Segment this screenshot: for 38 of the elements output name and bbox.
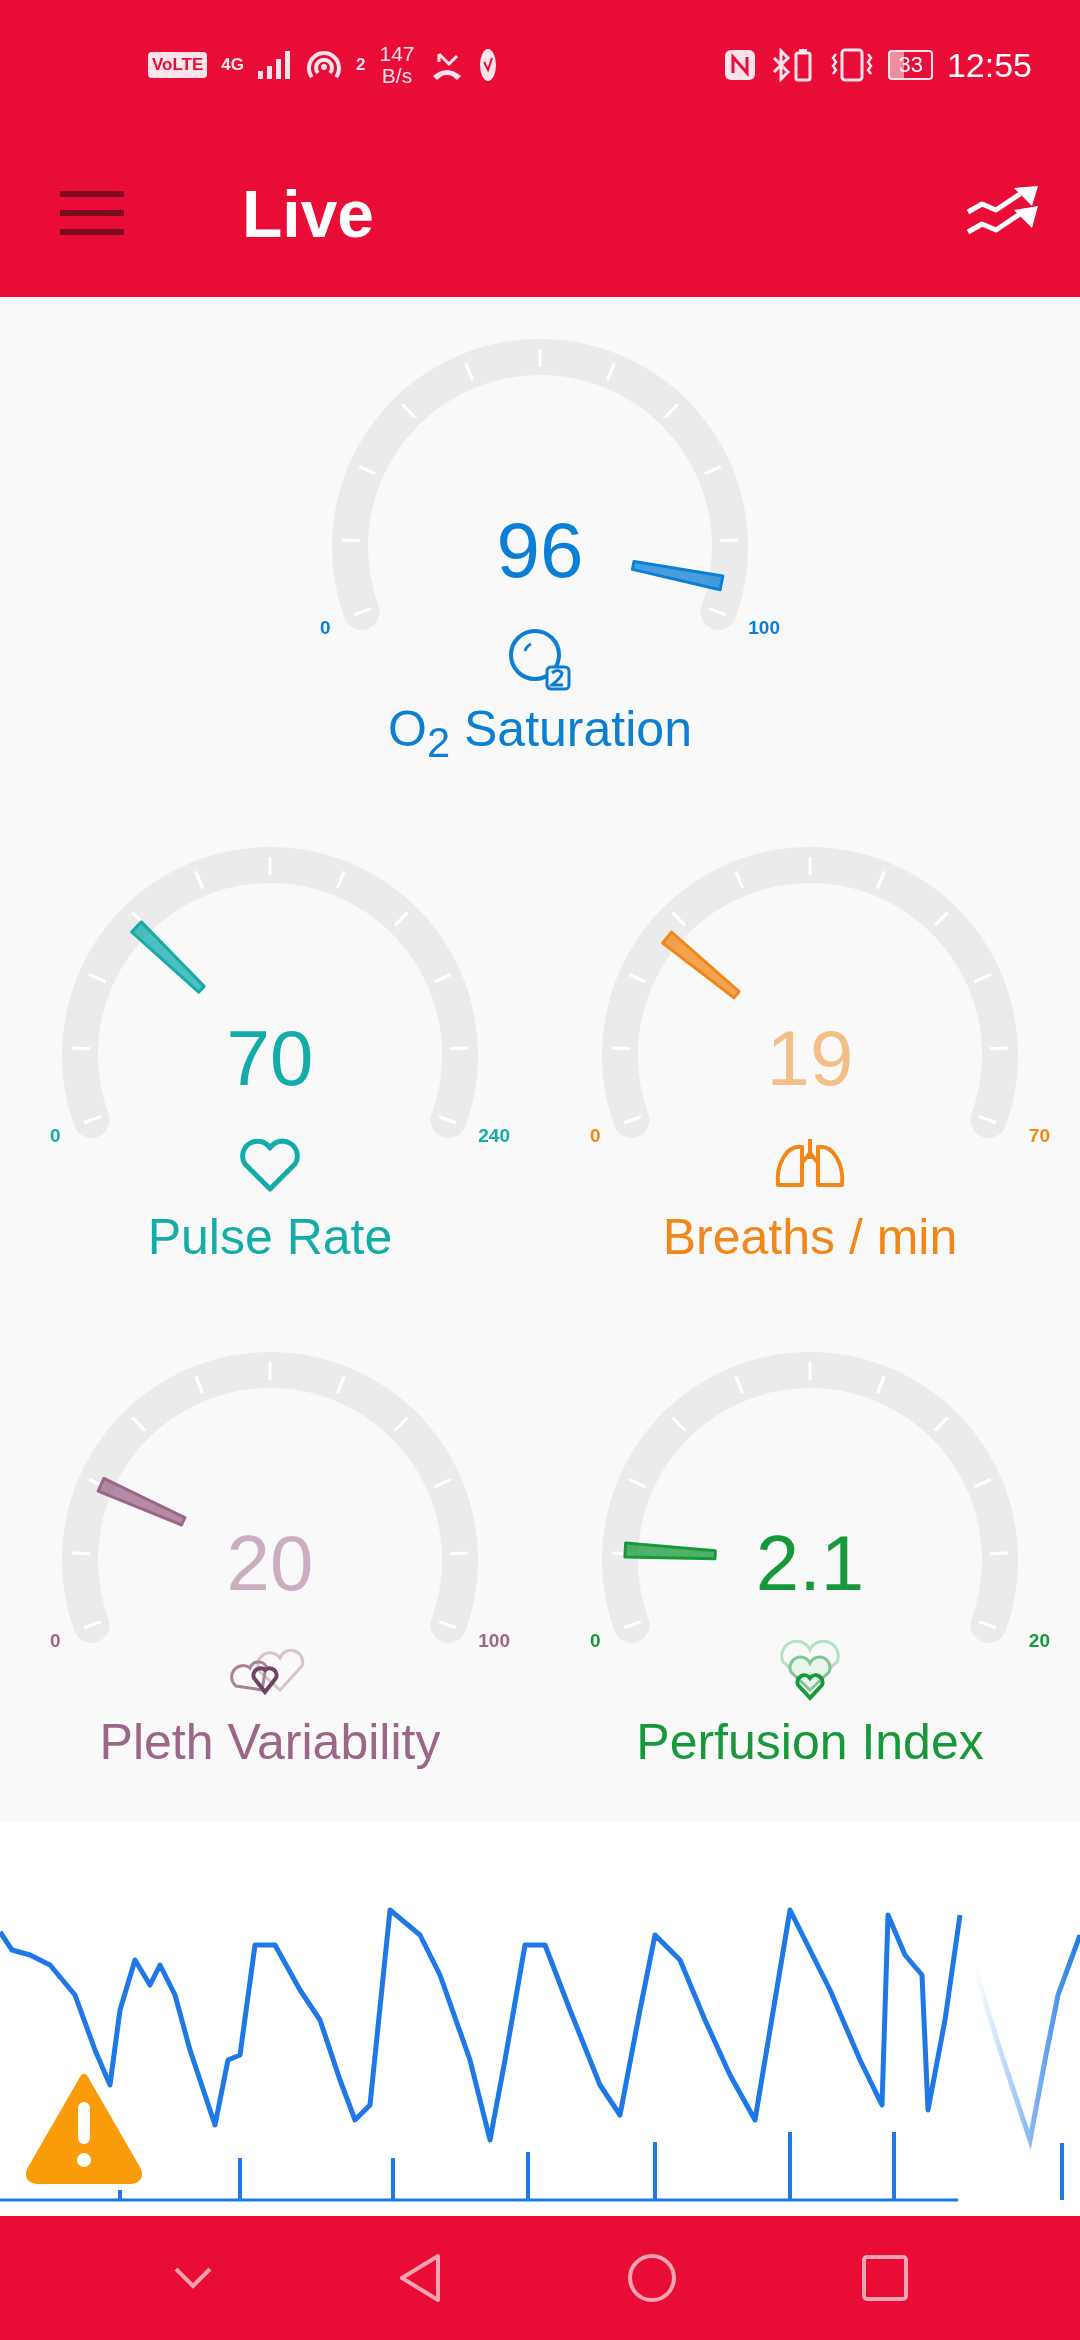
- gauge-label: O$_{2}$ Saturation: [388, 700, 692, 767]
- gauge-value: 20: [225, 1518, 315, 1609]
- gauge-min: 0: [50, 1125, 61, 1147]
- network-type: 4G: [221, 55, 244, 75]
- oxygen-bubble-icon: [507, 627, 573, 693]
- chevron-down-icon[interactable]: [172, 2266, 213, 2290]
- volte-indicator: VoLTE: [148, 52, 208, 78]
- gauge-label: Perfusion Index: [636, 1713, 984, 1771]
- gauge-value: 19: [765, 1013, 855, 1104]
- gauge-label: Breaths / min: [662, 1208, 958, 1266]
- gauge-value: 96: [495, 505, 585, 596]
- app-notification-icon: [478, 48, 497, 82]
- gauge-max: 100: [748, 617, 780, 639]
- clock: 12:55: [946, 45, 1032, 85]
- gauge-min: 0: [590, 1630, 601, 1652]
- nfc-icon: [724, 49, 757, 81]
- gauge-value: 2.1: [754, 1518, 866, 1609]
- gauge-value: 70: [225, 1013, 315, 1104]
- hotspot-count: 2: [356, 55, 366, 75]
- network-speed: 147 B/s: [379, 43, 415, 87]
- gauge-max: 100: [478, 1630, 510, 1652]
- gauge-label: Pulse Rate: [147, 1208, 393, 1266]
- hotspot-icon: [306, 49, 342, 81]
- menu-icon[interactable]: [60, 190, 124, 237]
- screen-title: Live: [242, 175, 376, 252]
- gauge-min: 0: [590, 1125, 601, 1147]
- home-icon[interactable]: [626, 2253, 677, 2303]
- gauge-max: 240: [478, 1125, 510, 1147]
- signal-icon: [258, 51, 292, 79]
- gauge-min: 0: [50, 1630, 61, 1652]
- battery-level: 33: [888, 50, 933, 80]
- gauge-max: 70: [1028, 1125, 1050, 1147]
- vibrate-icon: [830, 48, 875, 82]
- gauge-min: 0: [320, 617, 331, 639]
- back-icon[interactable]: [397, 2253, 442, 2303]
- gauge-max: 20: [1028, 1630, 1050, 1652]
- gauge-label: Pleth Variability: [99, 1713, 441, 1771]
- recent-apps-icon[interactable]: [861, 2255, 908, 2301]
